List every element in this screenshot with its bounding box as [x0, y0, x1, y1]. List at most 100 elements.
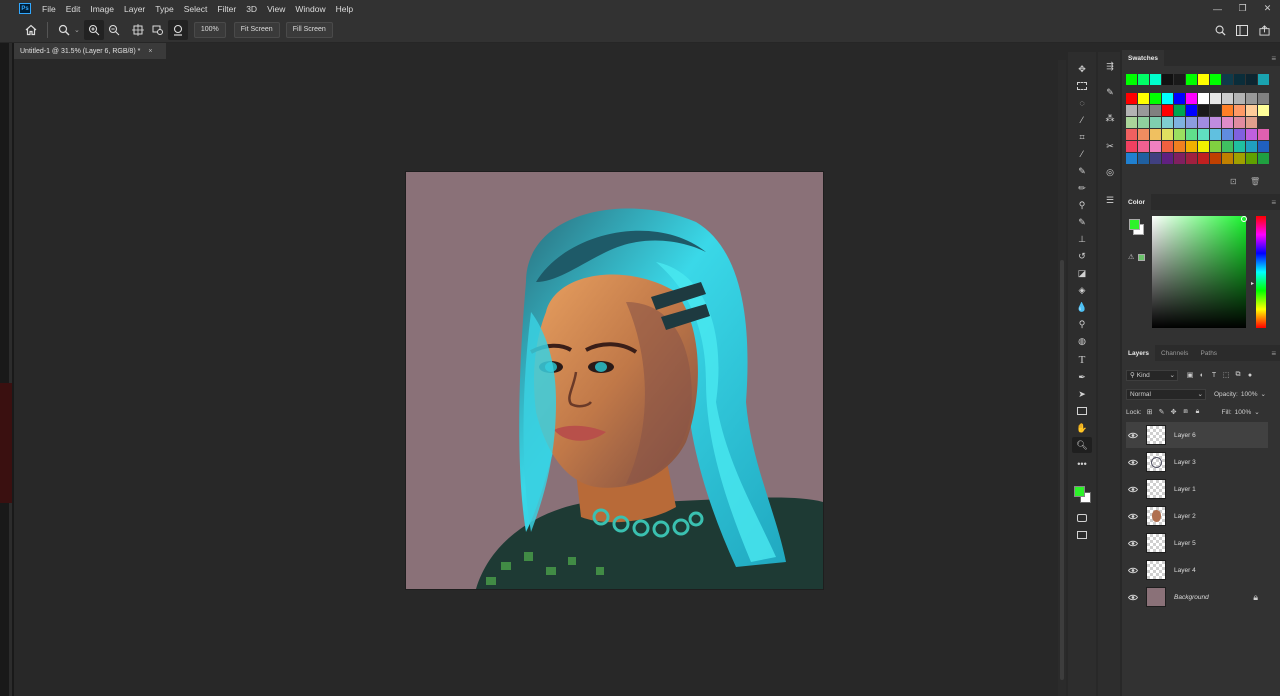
adjustments-panel-button[interactable]: ◎ [1100, 164, 1120, 180]
document-canvas[interactable] [406, 172, 823, 589]
layer-row[interactable]: Background 🔒︎ [1126, 584, 1268, 610]
zoom-in-button[interactable] [83, 19, 104, 40]
layer-row[interactable]: Layer 4 [1126, 557, 1268, 583]
restore-button[interactable]: ❐ [1230, 0, 1255, 17]
search-button[interactable] [1210, 20, 1230, 40]
color-swatch[interactable] [1198, 129, 1209, 140]
mixer-brush-tool[interactable]: ✎ [1072, 214, 1092, 230]
layer-row[interactable]: Layer 2 [1126, 503, 1268, 529]
layer-thumbnail[interactable] [1146, 533, 1166, 553]
color-swatch[interactable] [1210, 93, 1221, 104]
menu-help[interactable]: Help [331, 4, 358, 14]
color-swatch[interactable] [1258, 93, 1269, 104]
blend-mode-select[interactable]: Normal ⌄ [1126, 388, 1206, 400]
out-of-gamut-warning-icon[interactable]: ⚠ [1128, 253, 1134, 261]
filter-smart-object-icon[interactable]: ⧉ [1232, 369, 1244, 381]
zoom-out-button[interactable] [104, 20, 124, 40]
lock-transparent-pixels-icon[interactable]: ⊞ [1144, 406, 1156, 418]
home-button[interactable] [21, 20, 41, 40]
color-swatch[interactable] [1126, 93, 1137, 104]
rectangle-tool[interactable] [1072, 403, 1092, 419]
color-swatch[interactable] [1126, 153, 1137, 164]
color-swatch[interactable] [1246, 141, 1257, 152]
layer-thumbnail[interactable] [1146, 506, 1166, 526]
color-swatch[interactable] [1258, 74, 1269, 85]
menu-file[interactable]: File [37, 4, 61, 14]
color-swatch[interactable] [1150, 117, 1161, 128]
color-swatch[interactable] [1234, 117, 1245, 128]
color-swatch[interactable] [1246, 129, 1257, 140]
panel-menu-icon[interactable]: ≡ [1271, 349, 1276, 358]
color-swatch[interactable] [1174, 141, 1185, 152]
panel-menu-icon[interactable]: ≡ [1271, 198, 1276, 207]
screen-mode-button[interactable] [1072, 527, 1092, 543]
scrubby-zoom-button[interactable] [167, 19, 188, 40]
color-swatch[interactable] [1246, 117, 1257, 128]
tab-color[interactable]: Color [1122, 194, 1151, 210]
zoom-100-button[interactable]: 100% [193, 21, 226, 38]
color-swatch[interactable] [1150, 74, 1161, 85]
type-tool[interactable]: T [1072, 352, 1092, 368]
visibility-eye-icon[interactable] [1126, 459, 1140, 466]
color-swatch[interactable] [1150, 105, 1161, 116]
color-swatch[interactable] [1126, 105, 1137, 116]
lock-image-pixels-icon[interactable]: ✎ [1156, 406, 1168, 418]
clone-source-panel-button[interactable]: ✂ [1100, 138, 1120, 154]
share-button[interactable] [1254, 20, 1274, 40]
color-swatch[interactable] [1186, 117, 1197, 128]
color-swatch[interactable] [1210, 74, 1221, 85]
filter-pixel-icon[interactable]: ▣ [1184, 369, 1196, 381]
foreground-color-swatch[interactable] [1074, 486, 1085, 497]
color-swatch[interactable] [1246, 105, 1257, 116]
color-swatch[interactable] [1258, 129, 1269, 140]
color-swatch[interactable] [1222, 141, 1233, 152]
color-swatch[interactable] [1246, 153, 1257, 164]
color-swatch[interactable] [1222, 105, 1233, 116]
panel-menu-icon[interactable]: ≡ [1271, 54, 1276, 63]
blur-tool[interactable]: 💧 [1072, 299, 1092, 315]
marquee-tool[interactable] [1072, 78, 1092, 94]
zoom-all-windows-button[interactable] [148, 20, 168, 40]
layer-row[interactable]: Layer 6 [1126, 422, 1268, 448]
paint-bucket-tool[interactable]: ◈ [1072, 282, 1092, 298]
workspace-button[interactable] [1232, 20, 1252, 40]
delete-swatch-icon[interactable]: 🗑︎ [1250, 177, 1260, 186]
tab-channels[interactable]: Channels [1155, 345, 1194, 361]
close-window-button[interactable]: ✕ [1255, 0, 1280, 17]
color-swatch[interactable] [1198, 74, 1209, 85]
lock-all-icon[interactable]: 🔒︎ [1192, 406, 1204, 418]
color-swatch[interactable] [1174, 129, 1185, 140]
layer-kind-filter[interactable]: ⚲ Kind ⌄ [1126, 369, 1178, 381]
color-swatch[interactable] [1234, 74, 1245, 85]
color-swatch[interactable] [1126, 117, 1137, 128]
layer-thumbnail[interactable] [1146, 560, 1166, 580]
visibility-eye-icon[interactable] [1126, 594, 1140, 601]
visibility-eye-icon[interactable] [1126, 540, 1140, 547]
visibility-eye-icon[interactable] [1126, 567, 1140, 574]
history-panel-button[interactable]: ⇶ [1100, 58, 1120, 74]
color-swatch[interactable] [1210, 129, 1221, 140]
chevron-down-icon[interactable]: ⌄ [74, 26, 80, 34]
chevron-down-icon[interactable]: ⌄ [1254, 408, 1259, 416]
tab-paths[interactable]: Paths [1194, 345, 1223, 361]
color-swatch[interactable] [1234, 129, 1245, 140]
scrollbar-thumb[interactable] [1060, 260, 1064, 680]
document-tab[interactable]: Untitled-1 @ 31.5% (Layer 6, RGB/8) * × [14, 43, 166, 59]
color-swatch[interactable] [1246, 93, 1257, 104]
move-tool[interactable]: ✥ [1072, 61, 1092, 77]
color-swatch[interactable] [1198, 153, 1209, 164]
color-swatch[interactable] [1186, 141, 1197, 152]
lock-artboard-icon[interactable]: ⧈ [1180, 406, 1192, 418]
color-swatch[interactable] [1138, 153, 1149, 164]
menu-view[interactable]: View [262, 4, 290, 14]
brush-settings-panel-button[interactable]: ✎ [1100, 84, 1120, 100]
color-swatch[interactable] [1210, 117, 1221, 128]
layer-row[interactable]: Layer 1 [1126, 476, 1268, 502]
color-swatch[interactable] [1138, 129, 1149, 140]
color-swatch[interactable] [1162, 74, 1173, 85]
lock-position-icon[interactable]: ✥ [1168, 406, 1180, 418]
color-swatch[interactable] [1138, 117, 1149, 128]
layer-row[interactable]: Layer 5 [1126, 530, 1268, 556]
web-color-swatch[interactable] [1138, 254, 1145, 261]
properties-panel-button[interactable]: ☰ [1100, 192, 1120, 208]
